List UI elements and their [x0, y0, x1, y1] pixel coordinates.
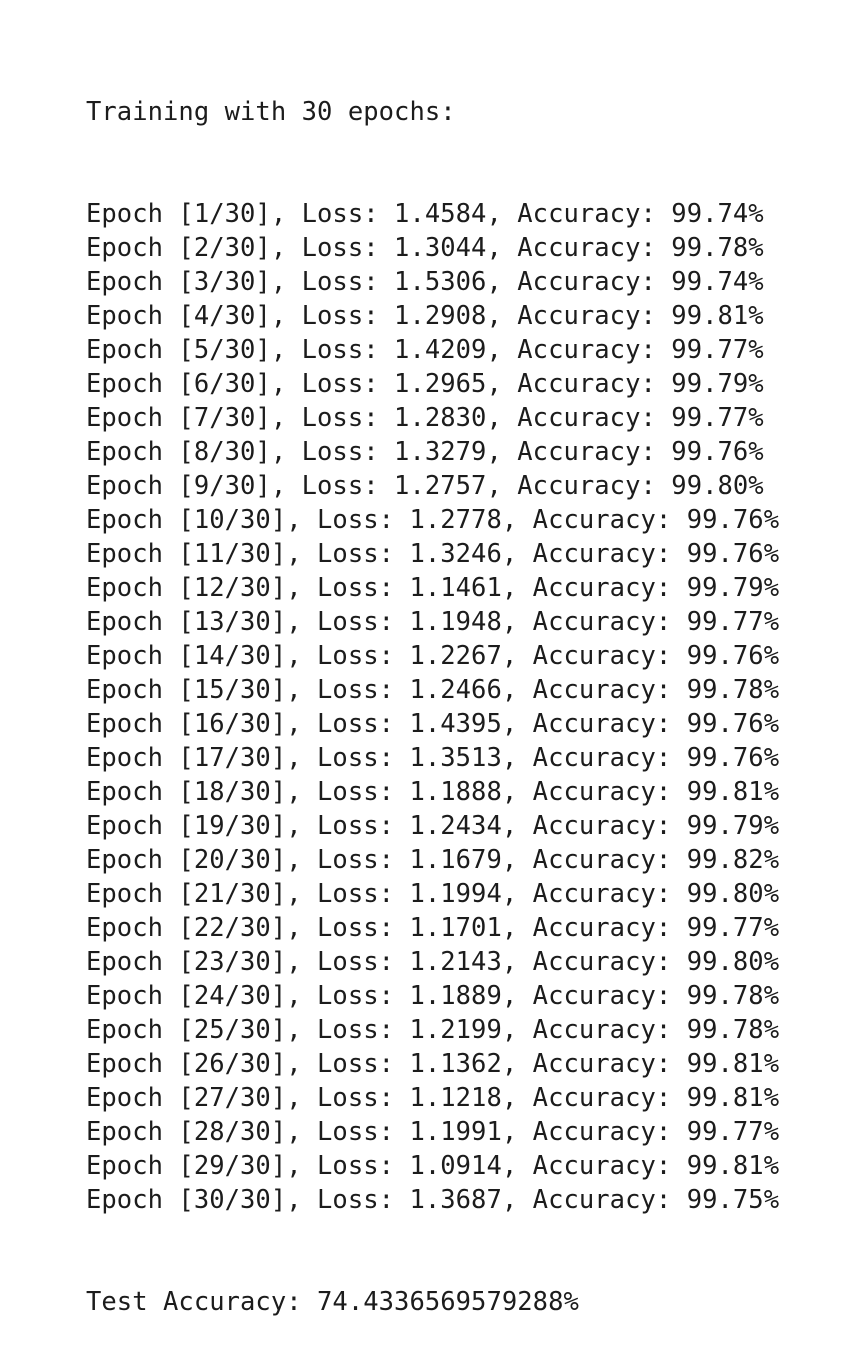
epoch-log-line: Epoch [4/30], Loss: 1.2908, Accuracy: 99… [86, 301, 764, 331]
epoch-log-line: Epoch [23/30], Loss: 1.2143, Accuracy: 9… [86, 947, 780, 977]
epoch-log-line: Epoch [9/30], Loss: 1.2757, Accuracy: 99… [86, 471, 764, 501]
epoch-log-line: Epoch [18/30], Loss: 1.1888, Accuracy: 9… [86, 777, 780, 807]
epoch-log-line: Epoch [26/30], Loss: 1.1362, Accuracy: 9… [86, 1049, 780, 1079]
epoch-log-list: Epoch [1/30], Loss: 1.4584, Accuracy: 99… [86, 197, 779, 1217]
epoch-log-line: Epoch [6/30], Loss: 1.2965, Accuracy: 99… [86, 369, 764, 399]
epoch-log-line: Epoch [27/30], Loss: 1.1218, Accuracy: 9… [86, 1083, 780, 1113]
epoch-log-line: Epoch [28/30], Loss: 1.1991, Accuracy: 9… [86, 1117, 780, 1147]
epoch-log-line: Epoch [14/30], Loss: 1.2267, Accuracy: 9… [86, 641, 780, 671]
epoch-log-line: Epoch [25/30], Loss: 1.2199, Accuracy: 9… [86, 1015, 780, 1045]
epoch-log-line: Epoch [3/30], Loss: 1.5306, Accuracy: 99… [86, 267, 764, 297]
epoch-log-line: Epoch [21/30], Loss: 1.1994, Accuracy: 9… [86, 879, 780, 909]
console-output: Training with 30 epochs: Epoch [1/30], L… [86, 27, 779, 1353]
epoch-log-line: Epoch [1/30], Loss: 1.4584, Accuracy: 99… [86, 199, 764, 229]
epoch-log-line: Epoch [8/30], Loss: 1.3279, Accuracy: 99… [86, 437, 764, 467]
training-header-line: Training with 30 epochs: [86, 97, 456, 127]
epoch-log-line: Epoch [10/30], Loss: 1.2778, Accuracy: 9… [86, 505, 780, 535]
epoch-log-line: Epoch [17/30], Loss: 1.3513, Accuracy: 9… [86, 743, 780, 773]
epoch-log-line: Epoch [13/30], Loss: 1.1948, Accuracy: 9… [86, 607, 780, 637]
epoch-log-line: Epoch [2/30], Loss: 1.3044, Accuracy: 99… [86, 233, 764, 263]
test-accuracy-line: Test Accuracy: 74.4336569579288% [86, 1287, 579, 1317]
epoch-log-line: Epoch [24/30], Loss: 1.1889, Accuracy: 9… [86, 981, 780, 1011]
epoch-log-line: Epoch [5/30], Loss: 1.4209, Accuracy: 99… [86, 335, 764, 365]
epoch-log-line: Epoch [30/30], Loss: 1.3687, Accuracy: 9… [86, 1185, 780, 1215]
epoch-log-line: Epoch [20/30], Loss: 1.1679, Accuracy: 9… [86, 845, 780, 875]
epoch-log-line: Epoch [15/30], Loss: 1.2466, Accuracy: 9… [86, 675, 780, 705]
epoch-log-line: Epoch [22/30], Loss: 1.1701, Accuracy: 9… [86, 913, 780, 943]
epoch-log-line: Epoch [7/30], Loss: 1.2830, Accuracy: 99… [86, 403, 764, 433]
epoch-log-line: Epoch [12/30], Loss: 1.1461, Accuracy: 9… [86, 573, 780, 603]
epoch-log-line: Epoch [11/30], Loss: 1.3246, Accuracy: 9… [86, 539, 780, 569]
epoch-log-line: Epoch [19/30], Loss: 1.2434, Accuracy: 9… [86, 811, 780, 841]
epoch-log-line: Epoch [16/30], Loss: 1.4395, Accuracy: 9… [86, 709, 780, 739]
epoch-log-line: Epoch [29/30], Loss: 1.0914, Accuracy: 9… [86, 1151, 780, 1181]
